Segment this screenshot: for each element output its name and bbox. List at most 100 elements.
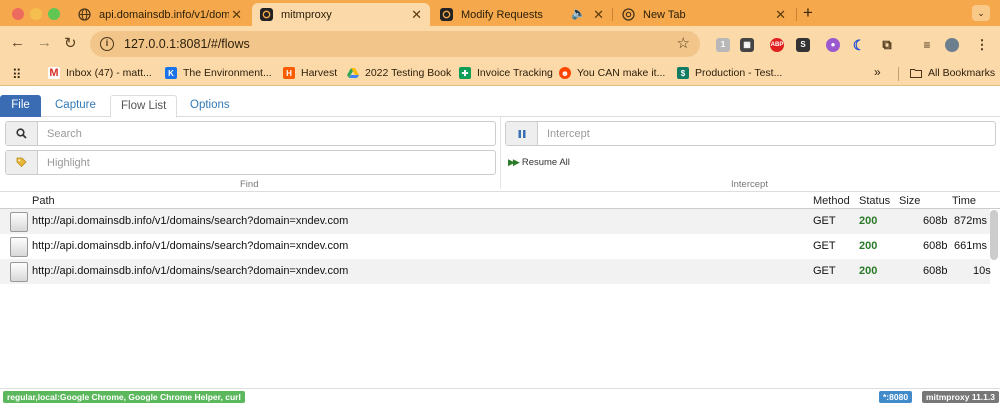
new-tab-button[interactable]: + xyxy=(803,3,813,23)
bookmark-label: Harvest xyxy=(301,67,338,79)
column-status[interactable]: Status xyxy=(859,195,890,207)
tab-modify-requests[interactable]: Modify Requests 🔈 ✕ xyxy=(432,3,612,26)
folder-icon xyxy=(910,67,922,79)
tab-title: mitmproxy xyxy=(281,8,332,21)
bookmark-label: Production - Test... xyxy=(695,67,783,79)
tab-title: New Tab xyxy=(643,8,686,21)
flow-row[interactable]: http://api.domainsdb.info/v1/domains/sea… xyxy=(0,209,990,234)
speaker-icon[interactable]: 🔈 xyxy=(571,6,586,20)
status-footer: regular,local:Google Chrome, Google Chro… xyxy=(0,388,1000,403)
flow-path: http://api.domainsdb.info/v1/domains/sea… xyxy=(32,215,349,227)
flow-list-scrollbar[interactable] xyxy=(990,210,998,260)
profile-avatar[interactable] xyxy=(945,38,959,52)
apps-grid-icon[interactable]: ⠿ xyxy=(12,67,22,83)
bookmark-label: Inbox (47) - matt... xyxy=(66,67,152,79)
bookmark-harvest[interactable]: H Harvest xyxy=(283,67,337,79)
bookmark-label: The Environment... xyxy=(183,67,272,79)
column-size[interactable]: Size xyxy=(899,195,920,207)
tab-api-domainsdb[interactable]: api.domainsdb.info/v1/domain ✕ xyxy=(70,3,250,26)
window-minimize-button[interactable] xyxy=(30,8,42,20)
gmail-icon: M xyxy=(48,67,60,79)
tab-close-icon[interactable]: ✕ xyxy=(593,7,604,23)
intercept-group-label: Intercept xyxy=(731,179,768,190)
url-text[interactable]: 127.0.0.1:8081/#/flows xyxy=(124,37,250,51)
address-bar[interactable]: i 127.0.0.1:8081/#/flows ☆ xyxy=(90,31,700,57)
flow-row[interactable]: http://api.domainsdb.info/v1/domains/sea… xyxy=(0,234,990,259)
search-icon xyxy=(6,122,38,145)
menu-tab-options[interactable]: Options xyxy=(180,95,240,117)
flow-size: 608b xyxy=(923,215,948,227)
tab-close-icon[interactable]: ✕ xyxy=(231,7,242,23)
adblock-icon[interactable]: ABP xyxy=(770,38,784,52)
document-icon xyxy=(10,262,28,282)
extensions-puzzle-icon[interactable]: ⧉ xyxy=(880,38,894,52)
column-path[interactable]: Path xyxy=(32,195,55,207)
more-bookmarks-chevron[interactable]: » xyxy=(874,65,881,79)
menu-tab-capture[interactable]: Capture xyxy=(45,95,106,117)
fast-forward-icon: ▶▶ xyxy=(508,157,520,167)
extension-s-icon[interactable]: S xyxy=(796,38,810,52)
browser-toolbar: ← → ↻ i 127.0.0.1:8081/#/flows ☆ 1 ▦ ABP… xyxy=(0,26,1000,62)
window-maximize-button[interactable] xyxy=(48,8,60,20)
controls-divider xyxy=(500,117,501,189)
pause-icon xyxy=(506,122,538,145)
chrome-icon xyxy=(622,8,635,21)
highlight-input[interactable] xyxy=(38,151,495,174)
resume-all-button[interactable]: ▶▶ Resume All xyxy=(508,157,570,168)
tab-mitmproxy[interactable]: mitmproxy ✕ xyxy=(252,3,430,26)
column-time[interactable]: Time xyxy=(952,195,976,207)
tab-divider xyxy=(612,8,613,21)
extension-purple-icon[interactable]: ● xyxy=(826,38,840,52)
flow-size: 608b xyxy=(923,240,948,252)
site-info-icon[interactable]: i xyxy=(100,37,114,51)
harvest-icon: H xyxy=(283,67,295,79)
intercept-input[interactable] xyxy=(538,122,995,145)
intercept-field[interactable] xyxy=(505,121,996,146)
back-arrow-icon[interactable]: ← xyxy=(10,34,25,51)
flow-table-header: Path Method Status Size Time xyxy=(0,191,1000,209)
sheets-icon: ✚ xyxy=(459,67,471,79)
bookmark-label: 2022 Testing Book xyxy=(365,67,452,79)
tab-title: Modify Requests xyxy=(461,8,543,21)
bookmark-production-test[interactable]: $ Production - Test... xyxy=(677,67,782,79)
all-bookmarks-button[interactable]: All Bookmarks xyxy=(910,67,995,79)
bookmark-label: All Bookmarks xyxy=(928,67,996,79)
tab-search-chevron-icon[interactable]: ⌄ xyxy=(972,5,990,21)
browser-menu-kebab-icon[interactable]: ⋮ xyxy=(975,38,989,52)
tab-new-tab[interactable]: New Tab ✕ xyxy=(614,3,794,26)
search-input[interactable] xyxy=(38,122,495,145)
menu-tab-flow-list[interactable]: Flow List xyxy=(110,95,178,118)
window-close-button[interactable] xyxy=(12,8,24,20)
extension-qr-icon[interactable]: ▦ xyxy=(740,38,754,52)
tab-title: api.domainsdb.info/v1/domain xyxy=(99,8,229,21)
menu-file-button[interactable]: File xyxy=(0,95,41,117)
bookmark-you-can-make-it[interactable]: ☻ You CAN make it... xyxy=(559,67,665,79)
document-icon xyxy=(10,237,28,257)
bookmark-gmail[interactable]: M Inbox (47) - matt... xyxy=(48,67,152,79)
bookmark-environment[interactable]: K The Environment... xyxy=(165,67,272,79)
bookmark-testing-book[interactable]: 2022 Testing Book xyxy=(347,67,451,79)
flow-row[interactable]: http://api.domainsdb.info/v1/domains/sea… xyxy=(0,259,991,284)
column-method[interactable]: Method xyxy=(813,195,850,207)
media-queue-icon[interactable]: ≡ xyxy=(920,38,934,52)
tab-strip: api.domainsdb.info/v1/domain ✕ mitmproxy… xyxy=(0,0,1000,26)
resume-all-label: Resume All xyxy=(521,157,570,168)
tab-close-icon[interactable]: ✕ xyxy=(775,7,786,23)
flow-path: http://api.domainsdb.info/v1/domains/sea… xyxy=(32,240,349,252)
forward-arrow-icon[interactable]: → xyxy=(37,34,52,51)
flow-controls: Find ▶▶ Resume All Intercept xyxy=(0,117,1000,192)
search-field[interactable] xyxy=(5,121,496,146)
bookmark-label: Invoice Tracking xyxy=(477,67,553,79)
dark-mode-moon-icon[interactable]: ☾ xyxy=(852,38,866,52)
highlight-field[interactable] xyxy=(5,150,496,175)
flow-status: 200 xyxy=(859,240,878,252)
globe-icon xyxy=(78,8,91,21)
extension-1-icon[interactable]: 1 xyxy=(716,38,730,52)
listen-port-badge: *:8080 xyxy=(879,391,913,403)
bookmark-star-icon[interactable]: ☆ xyxy=(677,34,690,52)
bookmark-invoice-tracking[interactable]: ✚ Invoice Tracking xyxy=(459,67,553,79)
tab-close-icon[interactable]: ✕ xyxy=(411,7,422,23)
reload-icon[interactable]: ↻ xyxy=(64,34,77,52)
flow-time: 10s xyxy=(973,265,991,277)
flow-size: 608b xyxy=(923,265,948,277)
